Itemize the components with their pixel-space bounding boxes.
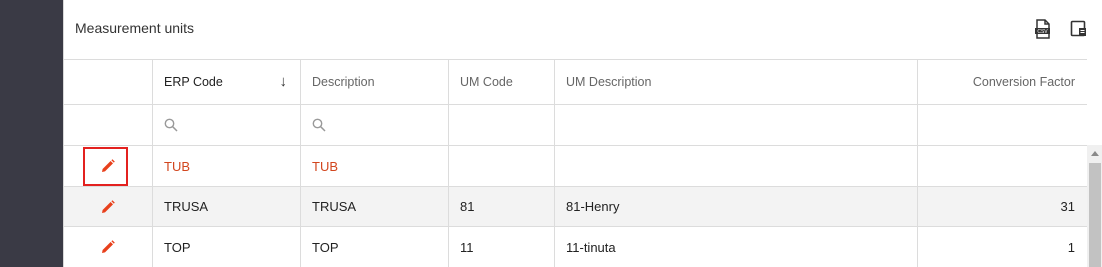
scroll-up-arrow-icon[interactable] [1091, 151, 1099, 156]
cell-description: TOP [301, 227, 449, 267]
column-chooser-icon [1070, 20, 1086, 37]
filter-conversion-factor [918, 105, 1087, 145]
edit-button[interactable] [96, 195, 120, 219]
column-header-description[interactable]: Description [301, 60, 449, 104]
column-header-description-label: Description [312, 75, 375, 89]
vertical-scrollbar[interactable] [1087, 145, 1102, 267]
column-header-erp-code[interactable]: ERP Code ↓ [153, 60, 301, 104]
grid-header-row: ERP Code ↓ Description UM Code UM Descri… [64, 60, 1087, 105]
column-header-um-description[interactable]: UM Description [555, 60, 918, 104]
table-row[interactable]: TRUSA TRUSA 81 81-Henry 31 [64, 187, 1087, 227]
pencil-icon [102, 240, 115, 253]
filter-row [64, 105, 1087, 146]
column-header-um-code[interactable]: UM Code [449, 60, 555, 104]
cell-erp-code: TRUSA [153, 187, 301, 226]
filter-um-description [555, 105, 918, 145]
panel-title: Measurement units [75, 20, 195, 36]
filter-actions-cell [64, 105, 153, 145]
cell-um-code [449, 146, 555, 186]
cell-erp-code: TUB [153, 146, 301, 186]
column-header-conversion-factor-label: Conversion Factor [972, 75, 1075, 89]
filter-description[interactable] [301, 105, 449, 145]
cell-conversion-factor: 1 [1067, 239, 1075, 255]
scrollbar-thumb[interactable] [1089, 163, 1101, 267]
arrow-down-icon: ↓ [279, 73, 288, 90]
cell-erp-code: TOP [153, 227, 301, 267]
search-icon [312, 118, 326, 132]
column-header-um-code-label: UM Code [460, 75, 513, 89]
row-actions-cell [64, 146, 153, 186]
csv-export-icon: CSV [1035, 19, 1050, 39]
column-header-conversion-factor[interactable]: Conversion Factor [918, 60, 1087, 104]
measurement-units-panel: Measurement units CSV ERP Code ↓ Descrip… [63, 0, 1102, 267]
filter-erp-code[interactable] [153, 105, 301, 145]
svg-text:CSV: CSV [1037, 29, 1048, 35]
column-header-um-description-label: UM Description [566, 75, 652, 89]
column-header-erp-code-label: ERP Code [164, 75, 223, 89]
cell-um-code: 81 [449, 187, 555, 226]
pencil-icon [102, 199, 115, 213]
cell-um-description: 81-Henry [555, 187, 918, 226]
cell-description: TRUSA [301, 187, 449, 226]
pencil-icon [102, 159, 115, 172]
scrollbar-gutter [1087, 59, 1102, 145]
cell-conversion-factor [918, 146, 1087, 186]
table-row[interactable]: TOP TOP 11 11-tinuta 1 [64, 227, 1087, 267]
filter-um-code [449, 105, 555, 145]
measurement-units-grid: ERP Code ↓ Description UM Code UM Descri… [64, 59, 1087, 267]
search-icon [164, 118, 178, 132]
table-row[interactable]: TUB TUB [64, 146, 1087, 187]
edit-button[interactable] [96, 154, 120, 178]
left-sidebar [0, 0, 63, 267]
cell-um-description: 11-tinuta [555, 227, 918, 267]
header-actions-cell [64, 60, 153, 104]
cell-um-description [555, 146, 918, 186]
cell-um-code: 11 [449, 227, 555, 267]
row-actions-cell [64, 227, 153, 267]
export-csv-button[interactable]: CSV [1033, 19, 1053, 39]
cell-description: TUB [301, 146, 449, 186]
row-actions-cell [64, 187, 153, 226]
edit-button[interactable] [96, 235, 120, 259]
panel-header: Measurement units CSV [64, 0, 1102, 59]
cell-conversion-factor: 31 [1060, 199, 1075, 214]
column-chooser-button[interactable] [1069, 19, 1089, 39]
